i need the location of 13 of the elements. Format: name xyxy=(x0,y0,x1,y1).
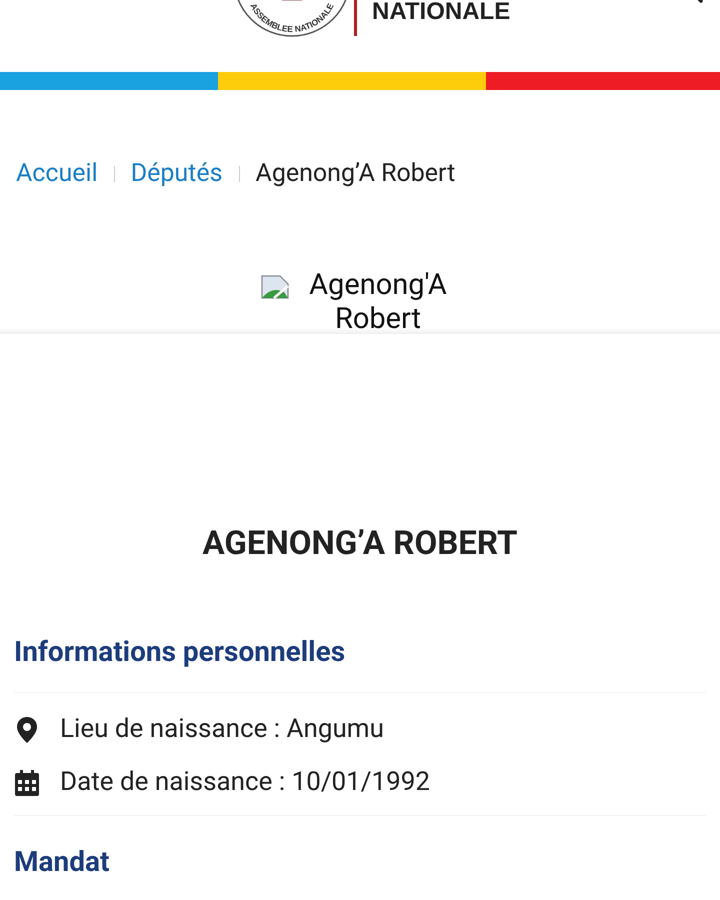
location-pin-icon xyxy=(16,716,38,744)
info-text: Date de naissance : 10/01/1992 xyxy=(60,766,430,799)
site-title: NATIONALE xyxy=(372,0,510,24)
member-name: AGENONG’A ROBERT xyxy=(202,524,518,564)
info-text: Lieu de naissance : Angumu xyxy=(60,713,384,746)
image-alt-text: Agenong'A Robert xyxy=(308,268,448,336)
breadcrumb-link[interactable]: Députés xyxy=(130,158,223,190)
broken-image-icon xyxy=(260,274,290,300)
section-heading: Mandat xyxy=(14,844,110,880)
calendar-icon xyxy=(14,768,40,796)
breadcrumb-link[interactable]: Accueil xyxy=(16,158,98,190)
breadcrumb-current: Agenong’A Robert xyxy=(256,158,456,190)
section-heading: Informations personnelles xyxy=(14,634,346,670)
